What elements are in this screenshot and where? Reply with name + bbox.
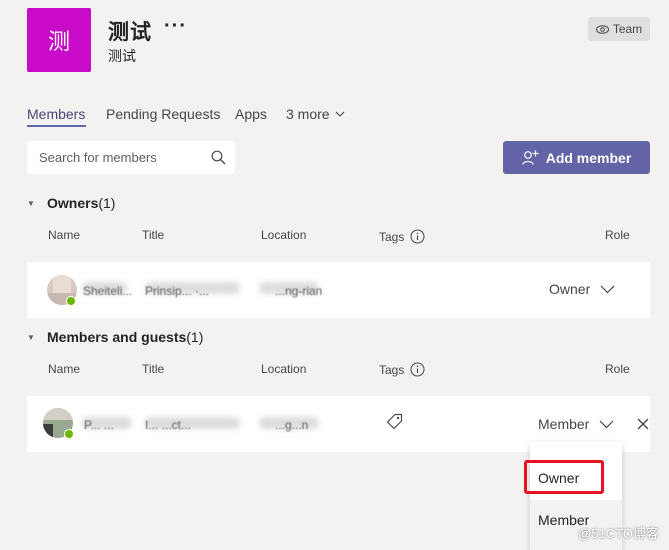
column-location: Location [261, 228, 307, 242]
column-tags-label: Tags [379, 229, 405, 244]
role-value: Owner [549, 281, 591, 297]
watermark: @51CTO博客 [578, 526, 659, 541]
owners-section-title[interactable]: Owners(1) [47, 195, 115, 211]
role-dropdown[interactable]: Owner [549, 281, 615, 297]
member-location: ...g...n [275, 418, 309, 432]
remove-member-icon[interactable] [637, 418, 649, 430]
eye-icon [595, 24, 609, 34]
team-description: 测试 [108, 48, 136, 64]
presence-available-icon [64, 429, 74, 439]
members-count: (1) [186, 329, 204, 345]
team-name: 测试 [108, 21, 152, 44]
tab-apps[interactable]: Apps [235, 106, 267, 122]
column-tags-label: Tags [379, 362, 405, 377]
column-title: Title [142, 362, 165, 376]
member-location: ...ng-rian [275, 284, 323, 298]
owners-collapse-icon[interactable]: ▼ [27, 199, 35, 208]
column-tags: Tags [379, 229, 425, 244]
column-role: Role [605, 362, 630, 376]
column-name: Name [48, 228, 81, 242]
team-avatar: 测 [27, 8, 91, 72]
column-location: Location [261, 362, 307, 376]
info-icon[interactable] [410, 229, 425, 244]
tab-members[interactable]: Members [27, 106, 85, 122]
search-placeholder: Search for members [39, 150, 157, 165]
column-role: Role [605, 228, 630, 242]
table-row[interactable]: Sheiteli... Prinsip... ·... ...ng-rian O… [27, 262, 650, 318]
column-tags: Tags [379, 362, 425, 377]
presence-available-icon [66, 296, 76, 306]
team-visibility-label: Team [612, 22, 643, 36]
member-title: I... ...ct... [145, 418, 192, 432]
chevron-down-icon [599, 420, 614, 428]
search-input[interactable]: Search for members [27, 141, 235, 174]
role-value: Member [538, 416, 590, 432]
tag-icon[interactable] [386, 413, 403, 430]
member-name: Sheiteli... [83, 284, 133, 298]
column-title: Title [142, 228, 165, 242]
add-person-icon [521, 150, 539, 165]
role-option-owner[interactable]: Owner [530, 460, 622, 496]
tab-pending-requests[interactable]: Pending Requests [106, 106, 220, 122]
owners-count: (1) [98, 195, 116, 211]
active-tab-indicator [27, 125, 86, 127]
tab-more-label: 3 more [286, 106, 330, 122]
chevron-down-icon [335, 111, 344, 117]
member-title: Prinsip... ·... [145, 284, 210, 298]
owners-title: Owners [47, 195, 99, 211]
column-name: Name [48, 362, 81, 376]
members-title: Members and guests [47, 329, 187, 345]
team-visibility-badge: Team [588, 17, 650, 41]
role-dropdown[interactable]: Member [538, 416, 614, 432]
tab-more[interactable]: 3 more [286, 106, 345, 122]
add-member-label: Add member [545, 149, 632, 166]
members-collapse-icon[interactable]: ▼ [27, 333, 35, 342]
member-name: P... ... [84, 418, 114, 432]
team-more-options-button[interactable]: ··· [164, 15, 187, 38]
info-icon[interactable] [410, 362, 425, 377]
chevron-down-icon [600, 285, 615, 293]
add-member-button[interactable]: Add member [503, 141, 650, 174]
search-icon[interactable] [211, 150, 226, 165]
members-section-title[interactable]: Members and guests(1) [47, 329, 203, 345]
